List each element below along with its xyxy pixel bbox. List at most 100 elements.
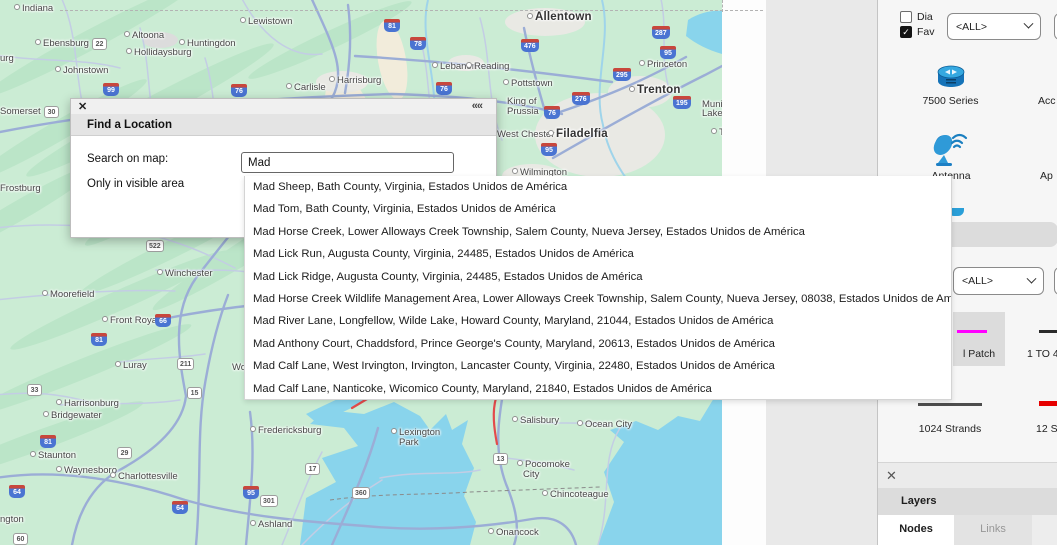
route-shield: 360 (352, 487, 370, 499)
map-city-label: Reading (466, 62, 509, 72)
map-city-label: Huntingdon (179, 39, 236, 49)
map-city-label: urg (0, 53, 14, 64)
map-city-label: Indiana (14, 4, 53, 14)
map-city-label: Winchester (157, 269, 213, 279)
interstate-shield: 81 (40, 435, 56, 448)
device-label-access: Acc (1038, 95, 1056, 107)
map-city-label: Lewistown (240, 17, 292, 27)
device-label-ap: Ap (1040, 170, 1053, 182)
antenna-icon[interactable] (932, 131, 968, 169)
interstate-shield: 66 (155, 314, 171, 327)
interstate-shield: 295 (613, 68, 631, 81)
autocomplete-item[interactable]: Mad Horse Creek, Lower Alloways Creek To… (245, 221, 951, 243)
checkbox-label: Fav (917, 26, 935, 38)
interstate-shield: 76 (231, 84, 247, 97)
search-input[interactable] (241, 152, 454, 173)
map-city-label: Trenton (629, 84, 681, 96)
interstate-shield: 95 (660, 46, 676, 59)
map-city-label: Prussia (507, 106, 539, 117)
legend-label-1to4[interactable]: 1 TO 4 (1027, 348, 1057, 360)
checkbox-row-dia: Dia (900, 10, 933, 23)
map-city-label: Bridgewater (43, 411, 102, 421)
chevron-down-icon (1023, 18, 1034, 29)
legend-line-1to4 (1039, 330, 1057, 333)
map-city-label: Altoona (124, 31, 164, 41)
route-shield: 60 (13, 533, 28, 545)
checkbox-label: Dia (917, 10, 933, 23)
route-shield: 22 (92, 38, 107, 50)
autocomplete-item[interactable]: Mad Lick Run, Augusta County, Virginia, … (245, 243, 951, 265)
route-shield: 30 (44, 106, 59, 118)
map-city-label: Filadelfia (548, 128, 608, 140)
autocomplete-item[interactable]: Mad Horse Creek Wildlife Management Area… (245, 288, 951, 310)
map-city-label: Ashland (250, 520, 292, 530)
map-city-label: Harrisonburg (56, 399, 119, 409)
filter-select-value: <ALL> (956, 20, 987, 33)
route-shield: 211 (177, 358, 195, 370)
legend-line-1024-strands (918, 403, 982, 406)
route-shield: 33 (27, 384, 42, 396)
interstate-shield: 287 (652, 26, 670, 39)
layers-panel-title: Layers (878, 488, 1057, 515)
route-shield: 17 (305, 463, 320, 475)
map-city-label: Charlottesville (110, 472, 178, 482)
interstate-shield: 99 (103, 83, 119, 96)
route-shield: 522 (146, 240, 164, 252)
route-shield: 13 (493, 453, 508, 465)
dia-checkbox[interactable] (900, 10, 912, 23)
autocomplete-item[interactable]: Mad Calf Lane, Nanticoke, Wicomico Count… (245, 378, 951, 400)
map-city-label: Ton (711, 128, 722, 138)
interstate-shield: 81 (384, 19, 400, 32)
map-city-label: West Chester (489, 130, 554, 140)
interstate-shield: 476 (521, 39, 539, 52)
search-on-map-label: Search on map: (87, 153, 169, 165)
close-icon[interactable]: ✕ (78, 100, 87, 113)
selection-dashed-line-side (722, 0, 723, 12)
dialog-title: Find a Location (71, 114, 496, 136)
layers-tabs: Nodes Links (878, 515, 1057, 545)
device-label-7500-series: 7500 Series (922, 95, 979, 107)
map-city-label: Allentown (527, 11, 592, 23)
interstate-shield: 76 (544, 106, 560, 119)
selection-dashed-line-top (60, 10, 763, 11)
map-city-label: Staunton (30, 451, 76, 461)
dialog-titlebar: ✕ «« (71, 99, 496, 114)
map-city-label: Lake (702, 108, 722, 119)
checkbox-row-fav: ✓ Fav (900, 26, 935, 39)
interstate-shield: 81 (91, 333, 107, 346)
interstate-shield: 195 (673, 96, 691, 109)
map-city-label: Salisbury (512, 416, 559, 426)
filter-select[interactable]: <ALL> (947, 13, 1041, 40)
map-city-label: ngton (0, 514, 24, 525)
legend-line-patch (957, 330, 987, 333)
collapse-icon[interactable]: «« (472, 100, 483, 112)
layers-panel: ✕ Layers Nodes Links (877, 462, 1057, 545)
interstate-shield: 276 (572, 92, 590, 105)
map-city-label: Waynesboro (56, 466, 117, 476)
autocomplete-item[interactable]: Mad Lick Ridge, Augusta County, Virginia… (245, 266, 951, 288)
close-icon[interactable]: ✕ (886, 468, 897, 484)
autocomplete-item[interactable]: Mad Tom, Bath County, Virginia, Estados … (245, 198, 951, 220)
tab-links[interactable]: Links (954, 515, 1032, 545)
router-7500-icon[interactable] (936, 64, 966, 90)
link-type-select[interactable]: <ALL> (953, 267, 1044, 295)
interstate-shield: 76 (436, 82, 452, 95)
legend-label-12-strands[interactable]: 12 S (1036, 423, 1057, 435)
legend-label-1024-strands[interactable]: 1024 Strands (918, 423, 982, 435)
tab-nodes[interactable]: Nodes (878, 515, 954, 545)
map-city-label: Somerset (0, 106, 41, 117)
app-window: Indiana Ebensburg Altoona Hollidaysburg Hunt… (0, 0, 1057, 545)
map-city-label: City (523, 469, 540, 480)
search-autocomplete-dropdown: Mad Sheep, Bath County, Virginia, Estado… (244, 176, 952, 400)
autocomplete-item[interactable]: Mad Anthony Court, Chaddsford, Prince Ge… (245, 333, 951, 355)
map-city-label: Pottstown (503, 79, 553, 89)
autocomplete-item[interactable]: Mad Sheep, Bath County, Virginia, Estado… (245, 176, 951, 198)
map-city-label: Onancock (488, 528, 539, 538)
map-city-label: Moorefield (42, 290, 94, 300)
autocomplete-item[interactable]: Mad River Lane, Longfellow, Wilde Lake, … (245, 310, 951, 332)
fav-checkbox[interactable]: ✓ (900, 26, 912, 38)
map-city-label: Ocean City (577, 420, 632, 430)
autocomplete-item[interactable]: Mad Calf Lane, West Irvington, Irvington… (245, 355, 951, 377)
interstate-shield: 95 (541, 143, 557, 156)
map-city-label: Frostburg (0, 183, 41, 194)
